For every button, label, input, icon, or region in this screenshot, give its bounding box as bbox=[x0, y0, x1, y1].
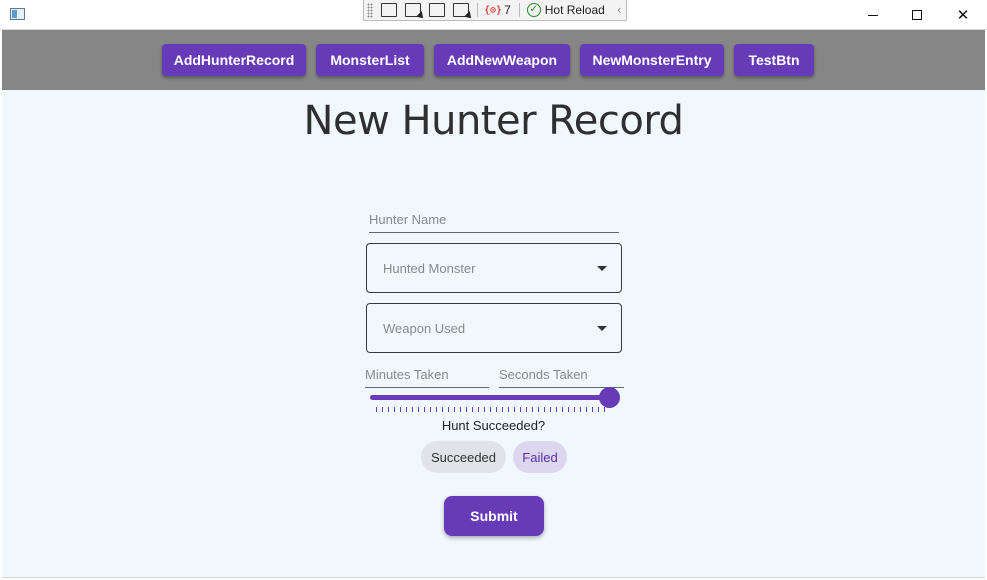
hunter-name-input[interactable]: Hunter Name bbox=[369, 212, 619, 233]
binding-failures-count[interactable]: 7 bbox=[504, 3, 511, 17]
hunt-succeeded-label: Hunt Succeeded? bbox=[441, 418, 546, 433]
toolbar-grip-icon[interactable] bbox=[367, 2, 373, 18]
window-title-bar: {⊙} 7 ✓ Hot Reload ‹ ✕ bbox=[0, 0, 987, 30]
seconds-taken-input[interactable]: Seconds Taken bbox=[499, 367, 624, 388]
time-slider-track[interactable] bbox=[370, 395, 610, 400]
weapon-used-select[interactable]: Weapon Used bbox=[366, 303, 622, 353]
minutes-taken-input[interactable]: Minutes Taken bbox=[365, 367, 489, 388]
submit-button[interactable]: Submit bbox=[444, 496, 544, 536]
live-visual-tree-icon[interactable] bbox=[381, 3, 397, 17]
hot-reload-check-icon: ✓ bbox=[526, 3, 541, 17]
nav-monster-list-button[interactable]: MonsterList bbox=[316, 44, 424, 76]
nav-test-button[interactable]: TestBtn bbox=[734, 44, 814, 76]
time-slider-ticks bbox=[376, 407, 610, 412]
binding-failures-icon[interactable]: {⊙} bbox=[484, 5, 502, 16]
failed-chip[interactable]: Failed bbox=[513, 441, 567, 473]
collapse-toolbar-icon[interactable]: ‹ bbox=[617, 3, 622, 17]
page-title: New Hunter Record bbox=[303, 98, 684, 144]
toolbar-divider bbox=[518, 3, 520, 17]
dropdown-arrow-icon bbox=[597, 266, 607, 271]
track-focused-element-icon[interactable] bbox=[453, 3, 469, 17]
hunter-name-placeholder: Hunter Name bbox=[369, 212, 447, 227]
hunted-monster-placeholder: Hunted Monster bbox=[383, 261, 476, 276]
app-window-icon bbox=[10, 8, 25, 20]
minutes-taken-placeholder: Minutes Taken bbox=[365, 367, 449, 382]
seconds-taken-placeholder: Seconds Taken bbox=[499, 367, 588, 382]
close-icon: ✕ bbox=[956, 6, 970, 24]
dropdown-arrow-icon bbox=[597, 326, 607, 331]
hot-reload-label[interactable]: Hot Reload bbox=[545, 3, 605, 17]
nav-add-new-weapon-button[interactable]: AddNewWeapon bbox=[434, 44, 570, 76]
main-content: New Hunter Record Hunter Name Hunted Mon… bbox=[2, 90, 985, 578]
select-element-icon[interactable] bbox=[405, 3, 421, 17]
time-slider-thumb[interactable] bbox=[599, 387, 620, 408]
weapon-used-placeholder: Weapon Used bbox=[383, 321, 466, 336]
hunted-monster-select[interactable]: Hunted Monster bbox=[366, 243, 622, 293]
close-button[interactable]: ✕ bbox=[940, 0, 986, 30]
minimize-button[interactable] bbox=[850, 0, 896, 30]
display-layout-adorners-icon[interactable] bbox=[429, 3, 445, 17]
minimize-icon bbox=[868, 14, 878, 16]
nav-new-monster-entry-button[interactable]: NewMonsterEntry bbox=[580, 44, 724, 76]
xaml-debug-toolbar: {⊙} 7 ✓ Hot Reload ‹ bbox=[363, 0, 627, 21]
maximize-icon bbox=[912, 10, 922, 20]
maximize-button[interactable] bbox=[894, 0, 940, 30]
toolbar-divider bbox=[477, 3, 478, 17]
top-nav-bar: AddHunterRecord MonsterList AddNewWeapon… bbox=[2, 30, 985, 90]
nav-add-hunter-record-button[interactable]: AddHunterRecord bbox=[162, 44, 306, 76]
succeeded-chip[interactable]: Succeeded bbox=[421, 441, 506, 473]
